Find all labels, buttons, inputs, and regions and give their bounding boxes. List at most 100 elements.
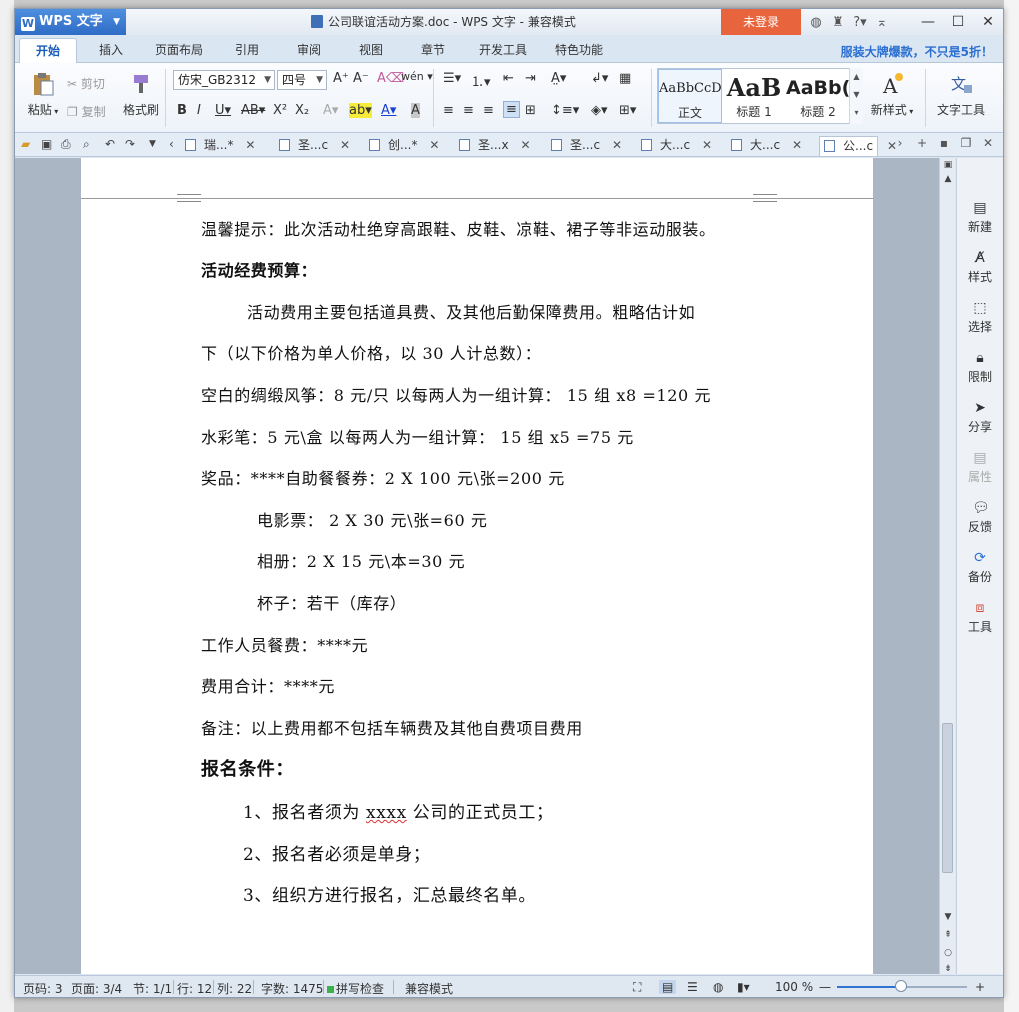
char-shading-icon[interactable]: A	[411, 103, 420, 118]
align-right-icon[interactable]: ≡	[483, 103, 494, 118]
bullets-icon[interactable]: ☰▾	[443, 71, 461, 86]
shading-icon[interactable]: ◈▾	[591, 103, 608, 118]
status-page[interactable]: 页码: 3	[23, 980, 63, 997]
tab-references[interactable]: 引用	[235, 41, 259, 58]
document-tab[interactable]: 大...c ✕	[641, 136, 712, 156]
tab-special-features[interactable]: 特色功能	[555, 41, 603, 58]
increase-indent-icon[interactable]: ⇥	[525, 71, 536, 86]
open-folder-icon[interactable]: ▰	[21, 137, 30, 151]
tab-page-layout[interactable]: 页面布局	[155, 41, 203, 58]
decrease-indent-icon[interactable]: ⇤	[503, 71, 514, 86]
reading-view-icon[interactable]: ▮▾	[737, 980, 750, 994]
document-tab[interactable]: 瑞...* ✕	[185, 136, 255, 156]
document-tab[interactable]: 圣...x ✕	[459, 136, 531, 156]
login-button[interactable]: 未登录	[721, 9, 801, 35]
task-new-button[interactable]: ▤ 新建	[957, 200, 1003, 235]
close-tab-icon[interactable]: ✕	[520, 136, 530, 154]
cut-button[interactable]: ✂ 剪切	[67, 75, 105, 92]
distribute-icon[interactable]: ⊞	[525, 103, 536, 118]
style-heading-1[interactable]: AaB 标题 1	[722, 69, 786, 123]
status-word-count[interactable]: 字数: 1475	[261, 980, 323, 997]
status-row[interactable]: 行: 12	[177, 980, 212, 997]
task-tools-button[interactable]: ⧈ 工具	[957, 600, 1003, 635]
copy-button[interactable]: ❐ 复制	[67, 103, 106, 120]
close-icon[interactable]: ✕	[973, 9, 1003, 35]
minimize-icon[interactable]: —	[913, 9, 943, 35]
undo-icon[interactable]: ↶	[105, 137, 115, 151]
wps-app-menu-button[interactable]: W WPS 文字 ▼	[15, 9, 126, 35]
tab-chapter[interactable]: 章节	[421, 41, 445, 58]
task-styles-button[interactable]: A̸ 样式	[957, 250, 1003, 285]
font-name-select[interactable]: 仿宋_GB2312 ▼	[173, 70, 275, 90]
bold-icon[interactable]: B	[177, 103, 187, 118]
tab-developer[interactable]: 开发工具	[479, 41, 527, 58]
font-color-icon[interactable]: A▾	[381, 103, 396, 118]
redo-icon[interactable]: ↷	[125, 137, 135, 151]
browse-object-icon[interactable]: ○	[940, 948, 956, 958]
task-properties-button[interactable]: ▤ 属性	[957, 450, 1003, 485]
borders-icon[interactable]: ⊞▾	[619, 103, 636, 118]
font-size-adjust-icon[interactable]: A̤▾	[551, 71, 566, 86]
new-style-button[interactable]: A 新样式 ▾	[867, 71, 917, 118]
task-feedback-button[interactable]: 💬︎ 反馈	[957, 500, 1003, 535]
subscript-icon[interactable]: X₂	[295, 103, 309, 118]
status-column[interactable]: 列: 22	[217, 980, 252, 997]
document-tab[interactable]: 创...* ✕	[369, 136, 439, 156]
tabs-scroll-left-icon[interactable]: ‹	[169, 137, 174, 151]
zoom-percentage[interactable]: 100 %	[775, 980, 813, 994]
strikethrough-icon[interactable]: AB▾	[241, 103, 265, 118]
font-size-select[interactable]: 四号 ▼	[277, 70, 327, 90]
close-tab-icon[interactable]: ✕	[792, 136, 802, 154]
save-icon[interactable]: ▣	[41, 137, 52, 151]
styles-scroll[interactable]: ▲ ▼ ▾	[849, 68, 863, 124]
restore-tab-icon[interactable]: ❐	[955, 136, 977, 150]
document-tab[interactable]: 圣...c ✕	[551, 136, 622, 156]
outline-view-icon[interactable]: ☰	[687, 980, 698, 994]
skin-icon[interactable]: ◍	[805, 15, 827, 30]
style-heading-2[interactable]: AaBb( 标题 2	[786, 69, 850, 123]
grow-font-icon[interactable]: A⁺	[333, 71, 349, 86]
underline-icon[interactable]: U▾	[215, 103, 231, 118]
task-backup-button[interactable]: ⟳ 备份	[957, 550, 1003, 585]
zoom-slider-knob[interactable]	[895, 980, 907, 992]
document-tab-active[interactable]: 公...c ✕	[819, 136, 897, 156]
maximize-icon[interactable]: ☐	[943, 9, 973, 35]
window-list-icon[interactable]: ▪	[933, 136, 955, 150]
task-restrict-button[interactable]: 🔒︎ 限制	[957, 350, 1003, 385]
shrink-font-icon[interactable]: A⁻	[353, 71, 369, 86]
table-icon[interactable]: ▦	[619, 71, 631, 86]
print-icon[interactable]: ⎙	[61, 137, 71, 152]
tab-home[interactable]: 开始	[19, 38, 78, 64]
help-icon[interactable]: ?▾	[849, 15, 871, 30]
paste-button[interactable]: 粘贴 ▾	[23, 71, 63, 118]
tab-insert[interactable]: 插入	[99, 41, 123, 58]
shirt-icon[interactable]: ♜	[827, 15, 849, 30]
tab-view[interactable]: 视图	[359, 41, 383, 58]
spell-check-toggle[interactable]: 拼写检查	[327, 980, 384, 997]
highlight-icon[interactable]: ab▾	[349, 103, 372, 118]
text-tools-button[interactable]: 文 文字工具	[931, 71, 991, 118]
status-pages[interactable]: 页面: 3/4	[71, 980, 122, 997]
align-center-icon[interactable]: ≡	[463, 103, 474, 118]
close-tab-icon[interactable]: ✕	[245, 136, 255, 154]
spelling-error-word[interactable]: xxxx	[366, 803, 407, 823]
tab-review[interactable]: 审阅	[297, 41, 321, 58]
align-left-icon[interactable]: ≡	[443, 103, 454, 118]
line-spacing-icon[interactable]: ↕≡▾	[551, 103, 579, 118]
previous-page-icon[interactable]: ⇞	[940, 930, 956, 940]
promo-link[interactable]: 服装大牌爆款，不只是5折！	[841, 43, 993, 60]
fullscreen-view-icon[interactable]: ⛶	[633, 980, 641, 995]
numbering-icon[interactable]: ⒈▾	[471, 71, 491, 90]
split-view-icon[interactable]: ▣	[940, 160, 956, 170]
pinyin-icon[interactable]: wén ▾	[401, 70, 433, 83]
close-all-tabs-icon[interactable]: ✕	[977, 136, 999, 150]
new-tab-icon[interactable]: +	[911, 136, 933, 150]
text-effect-icon[interactable]: A▾	[323, 103, 338, 118]
task-share-button[interactable]: ➤ 分享	[957, 400, 1003, 435]
status-section[interactable]: 节: 1/1	[133, 980, 172, 997]
close-tab-icon[interactable]: ✕	[702, 136, 712, 154]
quick-access-dropdown-icon[interactable]: ▼	[149, 139, 156, 149]
scroll-down-icon[interactable]: ▼	[940, 912, 956, 922]
document-tab[interactable]: 大...c ✕	[731, 136, 802, 156]
zoom-in-icon[interactable]: +	[975, 980, 985, 994]
